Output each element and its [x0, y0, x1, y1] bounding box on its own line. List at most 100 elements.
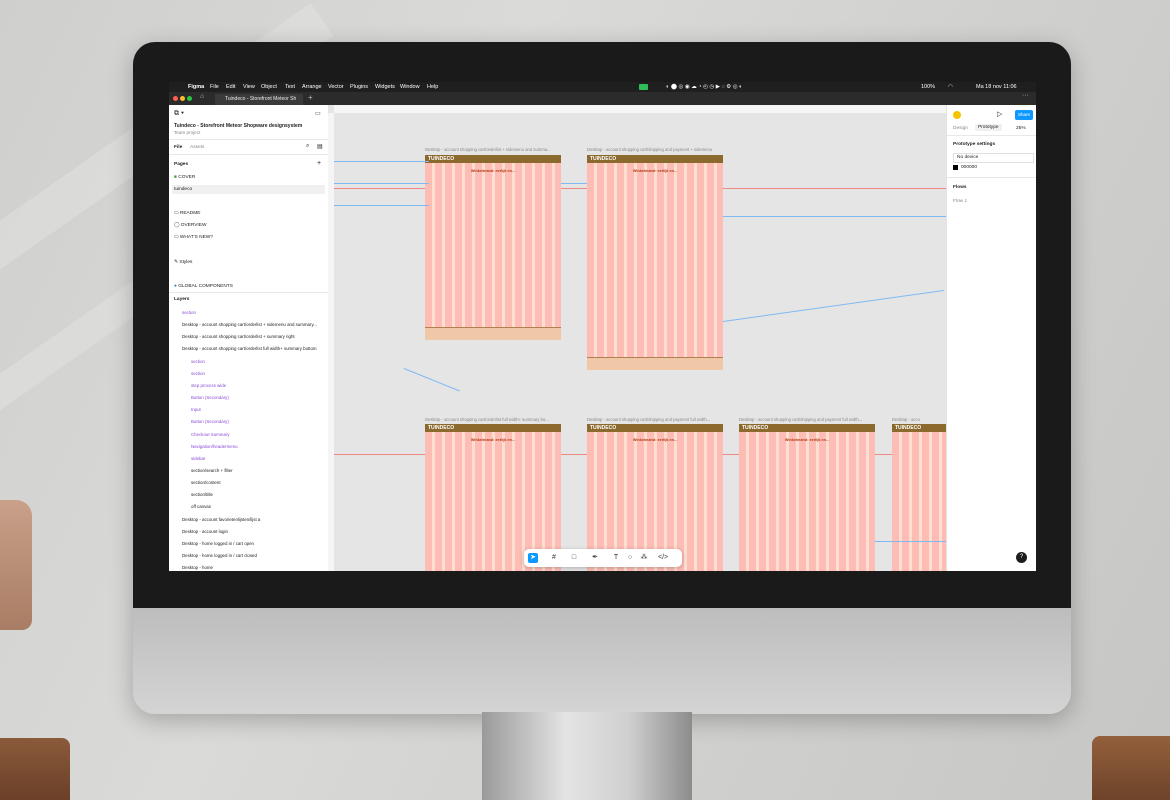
- zoom-level[interactable]: 25%: [1016, 126, 1026, 131]
- frame-shipping-sidemenu[interactable]: TUINDECO Winkelmand: eerlijk en...: [587, 155, 723, 370]
- bg-color-value[interactable]: 000000: [961, 165, 977, 170]
- layer-item[interactable]: section/content: [191, 480, 221, 485]
- layer-item[interactable]: off canvas: [191, 504, 211, 509]
- canvas[interactable]: Desktop - account shopping cart/orderlis…: [334, 113, 946, 571]
- menu-view[interactable]: View: [243, 82, 255, 92]
- layer-item[interactable]: Desktop - home logged in / cart open: [182, 541, 254, 546]
- layer-item[interactable]: Button (Secondary): [191, 419, 229, 424]
- menu-object[interactable]: Object: [261, 82, 277, 92]
- bg-color-swatch[interactable]: [953, 165, 958, 170]
- panel-toggle-icon[interactable]: ▭: [315, 110, 321, 117]
- tab-file[interactable]: File: [174, 145, 182, 150]
- comment-tool-icon[interactable]: ○: [625, 553, 635, 563]
- page-item-readme[interactable]: ▭ README: [174, 211, 200, 216]
- search-icon[interactable]: ⌕: [306, 143, 309, 150]
- prototype-connection[interactable]: [561, 183, 587, 184]
- frame-title[interactable]: Desktop - acco: [892, 417, 920, 422]
- layer-item[interactable]: Checkout Summary: [191, 432, 230, 437]
- play-icon[interactable]: ▷: [997, 110, 1002, 118]
- page-item-cover[interactable]: ■ COVER: [174, 175, 195, 180]
- layer-item[interactable]: section: [182, 310, 196, 315]
- layer-item[interactable]: section/search + filter: [191, 468, 233, 473]
- figma-menu-icon[interactable]: ⧉ ▾: [174, 110, 184, 118]
- add-page-icon[interactable]: +: [317, 160, 321, 167]
- prototype-connection[interactable]: [334, 205, 429, 206]
- frame-title[interactable]: Desktop - account shopping cart/orderlis…: [425, 147, 551, 152]
- more-icon[interactable]: ···: [1022, 92, 1029, 99]
- prototype-connection[interactable]: [403, 368, 460, 392]
- menu-help[interactable]: Help: [427, 82, 438, 92]
- frame-partial[interactable]: TUINDECO: [892, 424, 946, 571]
- wifi-icon[interactable]: ◠: [948, 82, 953, 92]
- home-icon[interactable]: ⌂: [200, 93, 204, 100]
- flows-header: Flows: [953, 185, 967, 190]
- frame-title[interactable]: Desktop - account shopping cart/shipping…: [587, 147, 712, 152]
- menu-widgets[interactable]: Widgets: [375, 82, 395, 92]
- menu-file[interactable]: File: [210, 82, 219, 92]
- text-tool-icon[interactable]: T: [611, 553, 621, 563]
- move-tool-icon[interactable]: ➤: [528, 553, 538, 563]
- share-button[interactable]: Share: [1015, 110, 1033, 120]
- minimize-window-icon[interactable]: [180, 96, 185, 101]
- layer-item[interactable]: Desktop - account shopping cart/orderlis…: [182, 322, 317, 327]
- page-item-global-components[interactable]: ● GLOBAL COMPONENTS: [174, 284, 233, 289]
- page-label: COVER: [178, 175, 196, 180]
- actions-tool-icon[interactable]: ⁂: [639, 553, 649, 563]
- file-name[interactable]: Tuindeco - Storefront Meteor Shopware de…: [174, 123, 302, 129]
- flow-item[interactable]: Flow 1: [953, 199, 967, 204]
- camera-icon[interactable]: [639, 84, 648, 90]
- frame-title[interactable]: Desktop - account shopping cart/shipping…: [587, 417, 710, 422]
- page-item-tuindeco[interactable]: tuindeco: [174, 187, 192, 192]
- page-item-whats-new[interactable]: ▭ WHAT'S NEW?: [174, 235, 213, 240]
- file-tab[interactable]: Tuindeco - Storefront Meteor Sh: [215, 94, 303, 105]
- menu-text[interactable]: Text: [285, 82, 295, 92]
- page-item-overview[interactable]: ◯ OVERVIEW: [174, 223, 207, 228]
- help-icon[interactable]: ?: [1016, 552, 1027, 563]
- close-window-icon[interactable]: [173, 96, 178, 101]
- layer-item[interactable]: Navigation/headermenu: [191, 444, 238, 449]
- tab-prototype[interactable]: Prototype: [975, 124, 1002, 131]
- prototype-connection[interactable]: [334, 183, 429, 184]
- layer-item[interactable]: step process wide: [191, 383, 226, 388]
- tab-design[interactable]: Design: [953, 126, 968, 131]
- rectangle-tool-icon[interactable]: □: [569, 553, 579, 563]
- menu-window[interactable]: Window: [400, 82, 420, 92]
- prototype-connection[interactable]: [334, 161, 429, 162]
- layer-item[interactable]: Desktop - account login: [182, 529, 228, 534]
- menu-arrange[interactable]: Arrange: [302, 82, 322, 92]
- dev-mode-icon[interactable]: </>: [658, 553, 668, 563]
- maximize-window-icon[interactable]: [187, 96, 192, 101]
- layer-item[interactable]: Button (Secondary): [191, 395, 229, 400]
- prototype-connection[interactable]: [875, 541, 946, 542]
- layer-item[interactable]: Desktop - account favorietenlijsten/lijs…: [182, 517, 260, 522]
- team-name[interactable]: Team project: [174, 130, 200, 135]
- layer-item[interactable]: Desktop - account shopping cart/orderlis…: [182, 346, 317, 351]
- page-item-styles[interactable]: ✎ Styles: [174, 260, 192, 265]
- menu-app-name[interactable]: Figma: [188, 82, 204, 92]
- layer-item[interactable]: Desktop - account shopping cart/orderlis…: [182, 334, 295, 339]
- frame-cart-sidemenu[interactable]: TUINDECO Winkelmand: eerlijk en...: [425, 155, 561, 340]
- layer-item[interactable]: Desktop - home logged in / cart closed: [182, 553, 257, 558]
- menu-vector[interactable]: Vector: [328, 82, 344, 92]
- frame-tool-icon[interactable]: #: [549, 553, 559, 563]
- pen-tool-icon[interactable]: ✒: [590, 553, 600, 563]
- menu-edit[interactable]: Edit: [226, 82, 235, 92]
- layer-item[interactable]: section: [191, 359, 205, 364]
- frame-shipping-fullwidth-2[interactable]: TUINDECO Winkelmand: eerlijk en...: [739, 424, 875, 571]
- device-select[interactable]: No device: [953, 153, 1034, 163]
- prototype-connection[interactable]: [723, 216, 946, 217]
- frame-title[interactable]: Desktop - account shopping cart/orderlis…: [425, 417, 549, 422]
- layer-item[interactable]: sidebar: [191, 456, 205, 461]
- layer-item[interactable]: section/title: [191, 492, 213, 497]
- layer-item[interactable]: Input: [191, 407, 201, 412]
- menubar-clock[interactable]: Ma 18 nov 11:06: [976, 82, 1017, 92]
- layer-item[interactable]: section: [191, 371, 205, 376]
- library-icon[interactable]: ▤: [317, 143, 323, 150]
- tab-assets[interactable]: Assets: [190, 145, 204, 150]
- prototype-connection[interactable]: [722, 289, 944, 322]
- frame-title[interactable]: Desktop - account shopping cart/shipping…: [739, 417, 862, 422]
- menu-plugins[interactable]: Plugins: [350, 82, 368, 92]
- new-tab-icon[interactable]: +: [308, 93, 313, 102]
- layer-item[interactable]: Desktop - home: [182, 565, 213, 570]
- avatar[interactable]: [953, 111, 961, 119]
